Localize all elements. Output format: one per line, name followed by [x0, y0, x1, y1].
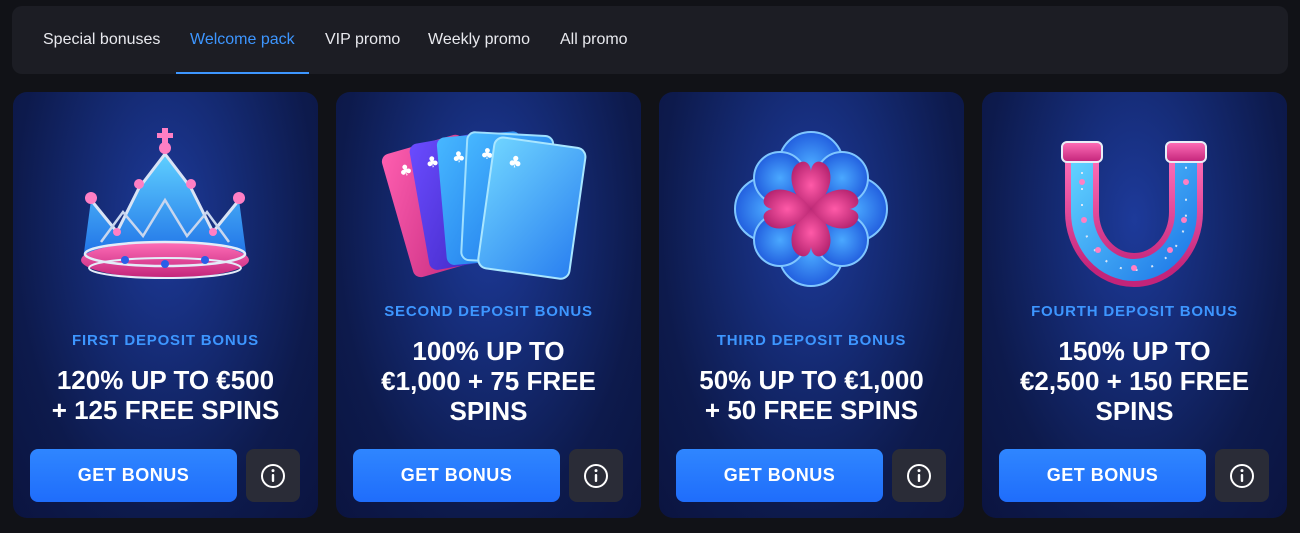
info-icon	[584, 463, 608, 488]
card-title-line: 150% UP TO	[1058, 336, 1211, 366]
card-label: FIRST DEPOSIT BONUS	[72, 332, 259, 349]
get-bonus-button[interactable]: GET BONUS	[676, 449, 883, 502]
card-title-line: 50% UP TO €1,000	[699, 365, 924, 395]
card-title: 120% UP TO €500 + 125 FREE SPINS	[27, 365, 304, 425]
get-bonus-button[interactable]: GET BONUS	[353, 449, 560, 502]
tab-vip-promo[interactable]: VIP promo	[311, 6, 414, 74]
card-label: SECOND DEPOSIT BONUS	[384, 303, 593, 320]
card-title: 150% UP TO €2,500 + 150 FREE SPINS	[996, 336, 1273, 426]
info-icon	[261, 463, 285, 488]
tab-weekly-promo[interactable]: Weekly promo	[414, 6, 544, 74]
card-title-line: + 50 FREE SPINS	[704, 395, 919, 425]
third-deposit-bonus-card: THIRD DEPOSIT BONUS 50% UP TO €1,000 + 5…	[659, 92, 964, 518]
info-icon	[1230, 463, 1254, 488]
info-button[interactable]	[569, 449, 623, 502]
crown-icon	[81, 128, 249, 279]
card-title-line: 100% UP TO	[412, 336, 565, 366]
card-title-line: €1,000 + 75 FREE	[381, 366, 596, 396]
second-deposit-bonus-card: ♣ ♣ ♣ ♣ ♣ SECOND DEPOSIT BONUS 100% UP T…	[336, 92, 641, 518]
info-button[interactable]	[246, 449, 300, 502]
four-leaf-clover-icon	[734, 131, 888, 287]
promo-tab-bar: Special bonuses Welcome pack VIP promo W…	[12, 6, 1288, 74]
get-bonus-button[interactable]: GET BONUS	[30, 449, 237, 502]
first-deposit-bonus-card: FIRST DEPOSIT BONUS 120% UP TO €500 + 12…	[13, 92, 318, 518]
tab-welcome-pack[interactable]: Welcome pack	[176, 6, 309, 74]
info-icon	[907, 463, 931, 488]
card-title-line: + 125 FREE SPINS	[51, 395, 280, 425]
card-title-line: 120% UP TO €500	[56, 365, 275, 395]
tab-all-promo[interactable]: All promo	[546, 6, 642, 74]
svg-text:♣: ♣	[451, 148, 466, 167]
card-title-line: €2,500 + 150 FREE	[1019, 366, 1250, 396]
card-label: FOURTH DEPOSIT BONUS	[1031, 303, 1238, 320]
info-button[interactable]	[1215, 449, 1269, 502]
tab-special-bonuses[interactable]: Special bonuses	[29, 6, 174, 74]
horseshoe-icon	[1061, 141, 1207, 287]
svg-text:♣: ♣	[507, 151, 524, 172]
card-title: 50% UP TO €1,000 + 50 FREE SPINS	[673, 365, 950, 425]
get-bonus-button[interactable]: GET BONUS	[999, 449, 1206, 502]
card-title: 100% UP TO €1,000 + 75 FREE SPINS	[350, 336, 627, 426]
fourth-deposit-bonus-card: FOURTH DEPOSIT BONUS 150% UP TO €2,500 +…	[982, 92, 1287, 518]
card-label: THIRD DEPOSIT BONUS	[716, 332, 907, 349]
info-button[interactable]	[892, 449, 946, 502]
card-title-line: SPINS	[449, 396, 528, 426]
playing-cards-icon: ♣ ♣ ♣ ♣ ♣	[381, 131, 587, 280]
card-title-line: SPINS	[1095, 396, 1174, 426]
